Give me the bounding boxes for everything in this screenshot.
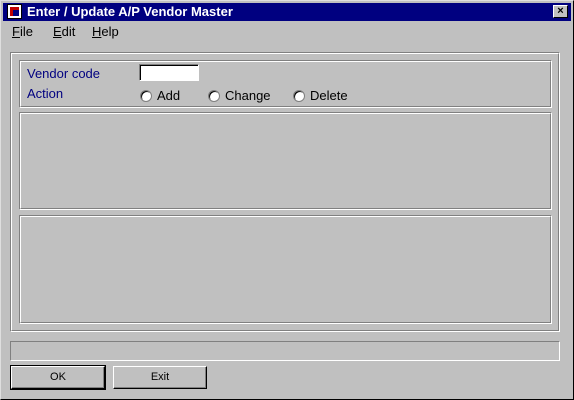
radio-add-circle[interactable] [140, 90, 152, 102]
radio-change-label[interactable]: Change [225, 88, 271, 104]
detail-panel-upper [19, 112, 552, 210]
vendor-code-input[interactable] [139, 64, 199, 81]
ok-button[interactable]: OK [10, 365, 106, 390]
exit-button[interactable]: Exit [113, 366, 207, 389]
menu-edit[interactable]: Edit [53, 24, 75, 40]
title-bar[interactable]: Enter / Update A/P Vendor Master × [3, 3, 571, 21]
close-icon: × [557, 5, 564, 17]
detail-panel-lower [19, 215, 552, 324]
vendor-code-label: Vendor code [27, 66, 101, 81]
app-icon[interactable] [7, 4, 22, 19]
menu-bar: File Edit Help [3, 23, 571, 41]
window-title: Enter / Update A/P Vendor Master [27, 4, 233, 19]
menu-file[interactable]: File [12, 24, 33, 40]
radio-delete-label[interactable]: Delete [310, 88, 348, 104]
radio-change-circle[interactable] [208, 90, 220, 102]
close-button[interactable]: × [553, 5, 568, 18]
menu-help[interactable]: Help [92, 24, 119, 40]
action-label: Action [27, 86, 64, 101]
radio-add-label[interactable]: Add [157, 88, 180, 104]
status-bar [10, 341, 560, 361]
radio-delete-circle[interactable] [293, 90, 305, 102]
